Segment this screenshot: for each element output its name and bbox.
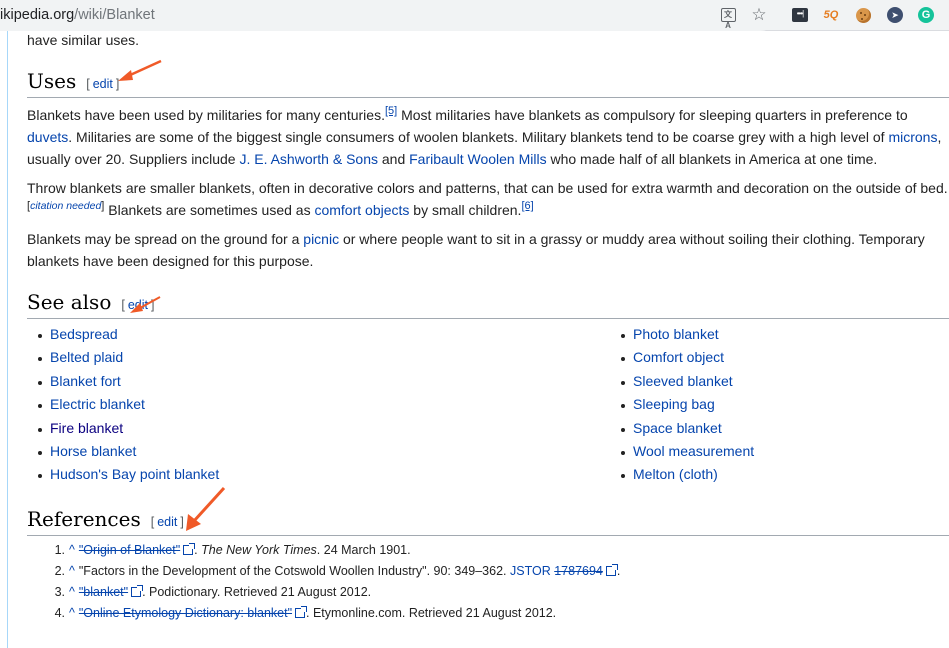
- jstor-link[interactable]: JSTOR: [510, 564, 551, 578]
- edit-link-references[interactable]: edit: [154, 515, 180, 529]
- see-also-link[interactable]: Photo blanket: [633, 326, 719, 342]
- see-also-link[interactable]: Electric blanket: [50, 396, 145, 412]
- link-comfort-objects[interactable]: comfort objects: [314, 202, 409, 218]
- backlink-caret[interactable]: ^: [69, 543, 75, 557]
- reference-item: 1. ^ "Origin of Blanket". The New York Tim…: [54, 542, 411, 557]
- cookie-glyph: [855, 7, 871, 23]
- edit-section-references: [edit]: [150, 514, 184, 529]
- backlink-caret[interactable]: ^: [69, 585, 75, 599]
- list-item: Wool measurement: [619, 440, 754, 463]
- jstor-id-link[interactable]: 1787694: [554, 564, 603, 578]
- grammarly-glyph: G: [918, 7, 934, 23]
- see-also-link[interactable]: Blanket fort: [50, 373, 121, 389]
- edit-link-uses[interactable]: edit: [90, 77, 116, 91]
- list-item: Space blanket: [619, 417, 754, 440]
- extension-5q-icon[interactable]: 5Q: [822, 6, 840, 24]
- previous-paragraph-fragment: have similar uses.: [27, 32, 140, 48]
- list-item: Photo blanket: [619, 323, 754, 346]
- content-left-border: [7, 31, 8, 648]
- reference-6-link[interactable]: [6]: [521, 200, 533, 212]
- references-list: 1. ^ "Origin of Blanket". The New York Tim…: [27, 540, 949, 624]
- uses-paragraph-1: Blankets have been used by militaries fo…: [27, 105, 942, 168]
- extension-cookie-icon[interactable]: [854, 6, 872, 24]
- citation-needed-link[interactable]: citation needed: [30, 200, 101, 212]
- backlink-caret[interactable]: ^: [69, 564, 75, 578]
- link-faribault[interactable]: Faribault Woolen Mills: [409, 151, 546, 167]
- reference-item: 4. ^ "Online Etymology Dictionary: blanket…: [54, 605, 557, 620]
- see-also-column-1: Bedspread Belted plaid Blanket fort Elec…: [27, 323, 610, 487]
- see-also-link[interactable]: Horse blanket: [50, 443, 136, 459]
- link-microns[interactable]: microns: [888, 129, 937, 145]
- heading-text: Uses: [27, 69, 77, 93]
- uses-paragraph-3: Blankets may be spread on the ground for…: [27, 231, 925, 269]
- translate-icon[interactable]: 文A: [719, 6, 737, 30]
- extension-dots-icon[interactable]: •••|: [791, 6, 809, 24]
- bookmark-star-icon[interactable]: ☆: [750, 5, 768, 24]
- link-picnic[interactable]: picnic: [303, 231, 339, 247]
- cursor-glyph: ➤: [887, 7, 903, 23]
- browser-toolbar: ikipedia.org/wiki/Blanket 文A ☆ •••| 5Q ➤…: [0, 0, 949, 31]
- uses-paragraph-2: Throw blankets are smaller blankets, oft…: [27, 180, 948, 218]
- see-also-list: Bedspread Belted plaid Blanket fort Elec…: [27, 323, 949, 487]
- list-item: Horse blanket: [36, 440, 610, 463]
- backlink-caret[interactable]: ^: [69, 606, 75, 620]
- see-also-link[interactable]: Wool measurement: [633, 443, 754, 459]
- extension-cursor-icon[interactable]: ➤: [886, 6, 904, 24]
- list-item: Fire blanket: [36, 417, 610, 440]
- reference-link[interactable]: "Origin of Blanket": [79, 543, 180, 557]
- see-also-column-2: Photo blanket Comfort object Sleeved bla…: [610, 323, 754, 487]
- reference-item: 2. ^ "Factors in the Development of the Co…: [54, 563, 621, 578]
- link-ashworth[interactable]: J. E. Ashworth & Sons: [239, 151, 378, 167]
- see-also-link[interactable]: Sleeved blanket: [633, 373, 733, 389]
- see-also-link[interactable]: Melton (cloth): [633, 466, 718, 482]
- see-also-link[interactable]: Sleeping bag: [633, 396, 715, 412]
- url-host: ikipedia.org: [0, 7, 75, 23]
- address-bar[interactable]: ikipedia.org/wiki/Blanket: [0, 0, 776, 31]
- list-item: Electric blanket: [36, 393, 610, 416]
- see-also-link-visited[interactable]: Fire blanket: [50, 420, 123, 436]
- list-item: Sleeping bag: [619, 393, 754, 416]
- list-item: Sleeved blanket: [619, 370, 754, 393]
- list-item: Comfort object: [619, 346, 754, 369]
- external-link-icon: [131, 584, 144, 597]
- section-heading-references: References [edit]: [27, 503, 949, 536]
- section-heading-see-also: See also [edit]: [27, 286, 949, 319]
- grammarly-icon[interactable]: G: [917, 6, 935, 24]
- see-also-link[interactable]: Space blanket: [633, 420, 722, 436]
- list-item: Bedspread: [36, 323, 610, 346]
- list-item: Melton (cloth): [619, 463, 754, 486]
- heading-text: See also: [27, 290, 112, 314]
- reference-item: 3. ^ "blanket". Podictionary. Retrieved 21…: [54, 584, 372, 599]
- extension-dots-glyph: •••|: [792, 8, 808, 22]
- see-also-link[interactable]: Bedspread: [50, 326, 118, 342]
- see-also-link[interactable]: Comfort object: [633, 349, 724, 365]
- external-link-icon: [183, 542, 196, 555]
- edit-section-uses: [edit]: [86, 77, 120, 91]
- see-also-link[interactable]: Hudson's Bay point blanket: [50, 466, 219, 482]
- list-item: Blanket fort: [36, 370, 610, 393]
- edit-section-see-also: [edit]: [121, 298, 155, 312]
- article-content: have similar uses. Uses [edit] Blankets h…: [27, 31, 949, 624]
- link-duvets[interactable]: duvets: [27, 129, 68, 145]
- external-link-icon: [605, 563, 618, 576]
- reference-link[interactable]: "blanket": [79, 585, 128, 599]
- external-link-icon: [295, 605, 308, 618]
- see-also-link[interactable]: Belted plaid: [50, 349, 123, 365]
- translate-glyph: 文A: [720, 8, 736, 30]
- heading-text: References: [27, 506, 141, 531]
- list-item: Belted plaid: [36, 346, 610, 369]
- reference-5-link[interactable]: [5]: [385, 105, 397, 117]
- url-path: /wiki/Blanket: [74, 7, 155, 23]
- citation-needed: [citation needed]: [27, 200, 105, 212]
- edit-link-see-also[interactable]: edit: [125, 298, 151, 312]
- reference-link[interactable]: "Online Etymology Dictionary: blanket": [79, 606, 292, 620]
- list-item: Hudson's Bay point blanket: [36, 463, 610, 486]
- url-text[interactable]: ikipedia.org/wiki/Blanket: [0, 7, 155, 23]
- section-heading-uses: Uses [edit]: [27, 65, 949, 98]
